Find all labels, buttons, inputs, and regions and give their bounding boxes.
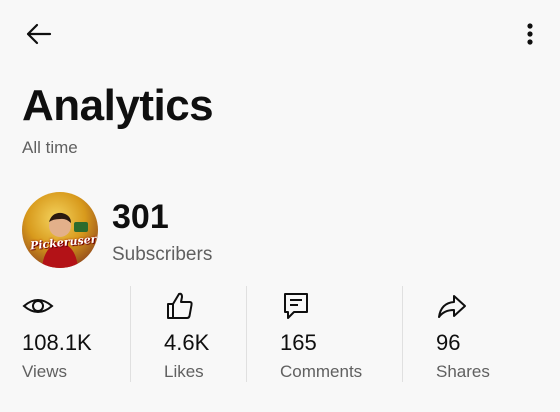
shares-label: Shares [436,362,490,381]
comment-icon [284,293,308,319]
stat-divider [130,286,131,382]
subscriber-count: 301 [112,198,169,236]
views-value: 108.1K [22,330,92,355]
arrow-left-icon [26,23,52,45]
stat-comments[interactable]: 165 Comments [280,286,390,382]
subscriber-label: Subscribers [112,244,213,265]
channel-avatar[interactable]: Pickeruser [22,192,98,268]
comments-value: 165 [280,330,317,355]
page-title: Analytics [22,81,214,130]
avatar-figure [42,212,88,268]
time-period-label: All time [22,138,78,157]
more-vertical-icon [527,23,533,45]
shares-value: 96 [436,330,461,355]
share-icon [438,295,466,318]
stat-shares[interactable]: 96 Shares [436,286,526,382]
stat-likes[interactable]: 4.6K Likes [164,286,244,382]
likes-label: Likes [164,362,204,381]
comments-label: Comments [280,362,363,381]
more-options-button[interactable] [512,16,548,52]
stat-divider [402,286,403,382]
stat-views[interactable]: 108.1K Views [22,286,122,382]
thumbs-up-icon [167,292,193,319]
views-label: Views [22,362,68,381]
back-button[interactable] [16,16,60,52]
eye-icon [22,299,54,313]
stat-divider [246,286,247,382]
likes-value: 4.6K [164,330,210,355]
